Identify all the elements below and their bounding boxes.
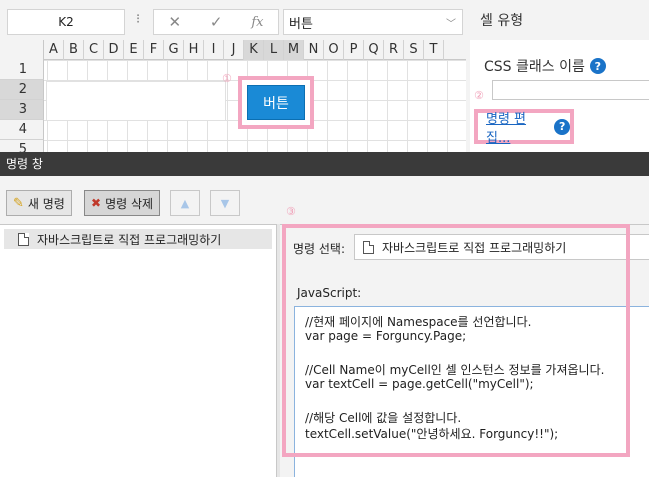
marker-1: ① [222, 72, 232, 85]
formula-input[interactable]: 버튼 ﹀ [283, 9, 463, 35]
javascript-label: JavaScript: [297, 286, 362, 300]
more-icon[interactable]: ⁝ [136, 12, 140, 27]
marker-3: ③ [286, 205, 296, 218]
delete-command-icon: ✖ [91, 196, 102, 210]
column-header[interactable]: H [184, 40, 204, 60]
formula-value: 버튼 [289, 16, 313, 32]
column-header[interactable]: A [44, 40, 64, 60]
column-header[interactable]: O [324, 40, 344, 60]
file-icon [363, 240, 374, 254]
arrow-down-icon: ▼ [220, 196, 230, 210]
column-header[interactable]: M [284, 40, 304, 60]
function-icon[interactable]: fx [251, 15, 263, 30]
column-header[interactable]: Q [364, 40, 384, 60]
column-header[interactable]: D [104, 40, 124, 60]
edit-command-link[interactable]: 명령 편집... [486, 108, 548, 146]
highlight-frame-2: 명령 편집... ? [474, 108, 574, 146]
code-line: textCell.setValue("안녕하세요. Forguncy!!"); [305, 427, 559, 441]
css-class-label-row: CSS 클래스 이름 ? [484, 56, 606, 76]
app-root: K2 ⁝ ✕ ✓ fx 버튼 ﹀ A B C D E F G H I J K L… [0, 0, 649, 477]
command-toolbar: ✎ 새 명령 ✖ 명령 삭제 ▲ ▼ [0, 176, 649, 224]
column-header[interactable]: L [264, 40, 284, 60]
move-up-button[interactable]: ▲ [170, 190, 200, 216]
row-header[interactable]: 1 [0, 60, 44, 80]
panel-title: 셀 유형 [480, 13, 524, 29]
column-header[interactable]: N [304, 40, 324, 60]
column-header-row: A B C D E F G H I J K L M N O P Q R S T [0, 40, 466, 60]
row-header[interactable]: 3 [0, 100, 44, 120]
row-header[interactable]: 5 [0, 140, 44, 152]
code-line: //Cell Name이 myCell인 셀 인스턴스 정보를 가져옵니다. [305, 363, 605, 377]
column-header[interactable]: S [404, 40, 424, 60]
column-header[interactable]: I [204, 40, 224, 60]
command-list: 자바스크립트로 직접 프로그래밍하기 [0, 224, 277, 477]
list-item-label: 자바스크립트로 직접 프로그래밍하기 [37, 232, 222, 247]
list-item[interactable]: 자바스크립트로 직접 프로그래밍하기 [4, 229, 272, 249]
code-line: var page = Forguncy.Page; [305, 329, 467, 343]
css-class-input[interactable] [492, 80, 649, 100]
css-class-label: CSS 클래스 이름 [484, 59, 585, 75]
column-header[interactable]: R [384, 40, 404, 60]
column-header[interactable]: K [244, 40, 264, 60]
new-command-label: 새 명령 [27, 196, 65, 211]
column-header[interactable]: G [164, 40, 184, 60]
column-header[interactable]: C [84, 40, 104, 60]
row-header[interactable]: 4 [0, 120, 44, 140]
code-line: //해당 Cell에 값을 설정합니다. [305, 411, 462, 425]
help-icon[interactable]: ? [589, 58, 606, 74]
cancel-icon[interactable]: ✕ [168, 13, 181, 31]
delete-command-label: 명령 삭제 [105, 196, 154, 211]
name-box[interactable]: K2 [7, 9, 125, 35]
cell-button[interactable]: 버튼 [247, 85, 305, 120]
confirm-icon[interactable]: ✓ [210, 13, 223, 31]
highlight-frame-1: 버튼 [238, 76, 314, 129]
column-header[interactable]: B [64, 40, 84, 60]
marker-2: ② [474, 89, 484, 102]
new-command-icon: ✎ [13, 195, 24, 211]
code-line: var textCell = page.getCell("myCell"); [305, 377, 534, 391]
move-down-button[interactable]: ▼ [210, 190, 240, 216]
formula-actions: ✕ ✓ fx [153, 9, 279, 35]
formula-bar: K2 ⁝ ✕ ✓ fx 버튼 ﹀ [0, 0, 466, 40]
file-icon [18, 232, 29, 246]
merged-cell[interactable] [46, 81, 226, 121]
command-window-title: 명령 창 [0, 152, 649, 176]
arrow-up-icon: ▲ [180, 196, 190, 210]
code-editor[interactable]: //현재 페이지에 Namespace를 선언합니다. var page = F… [294, 306, 649, 477]
command-select[interactable]: 자바스크립트로 직접 프로그래밍하기 [354, 234, 649, 260]
code-line: //현재 페이지에 Namespace를 선언합니다. [305, 315, 532, 329]
column-header[interactable]: E [124, 40, 144, 60]
column-header[interactable]: F [144, 40, 164, 60]
column-header[interactable]: T [424, 40, 444, 60]
command-select-label: 명령 선택: [293, 242, 346, 256]
help-icon[interactable]: ? [554, 118, 570, 135]
command-select-value: 자바스크립트로 직접 프로그래밍하기 [382, 240, 567, 255]
chevron-down-icon[interactable]: ﹀ [446, 15, 456, 30]
column-header[interactable]: P [344, 40, 364, 60]
row-header[interactable]: 2 [0, 80, 44, 100]
new-command-button[interactable]: ✎ 새 명령 [6, 190, 72, 216]
select-all-corner[interactable] [0, 40, 44, 60]
column-header[interactable]: J [224, 40, 244, 60]
delete-command-button[interactable]: ✖ 명령 삭제 [84, 190, 161, 216]
